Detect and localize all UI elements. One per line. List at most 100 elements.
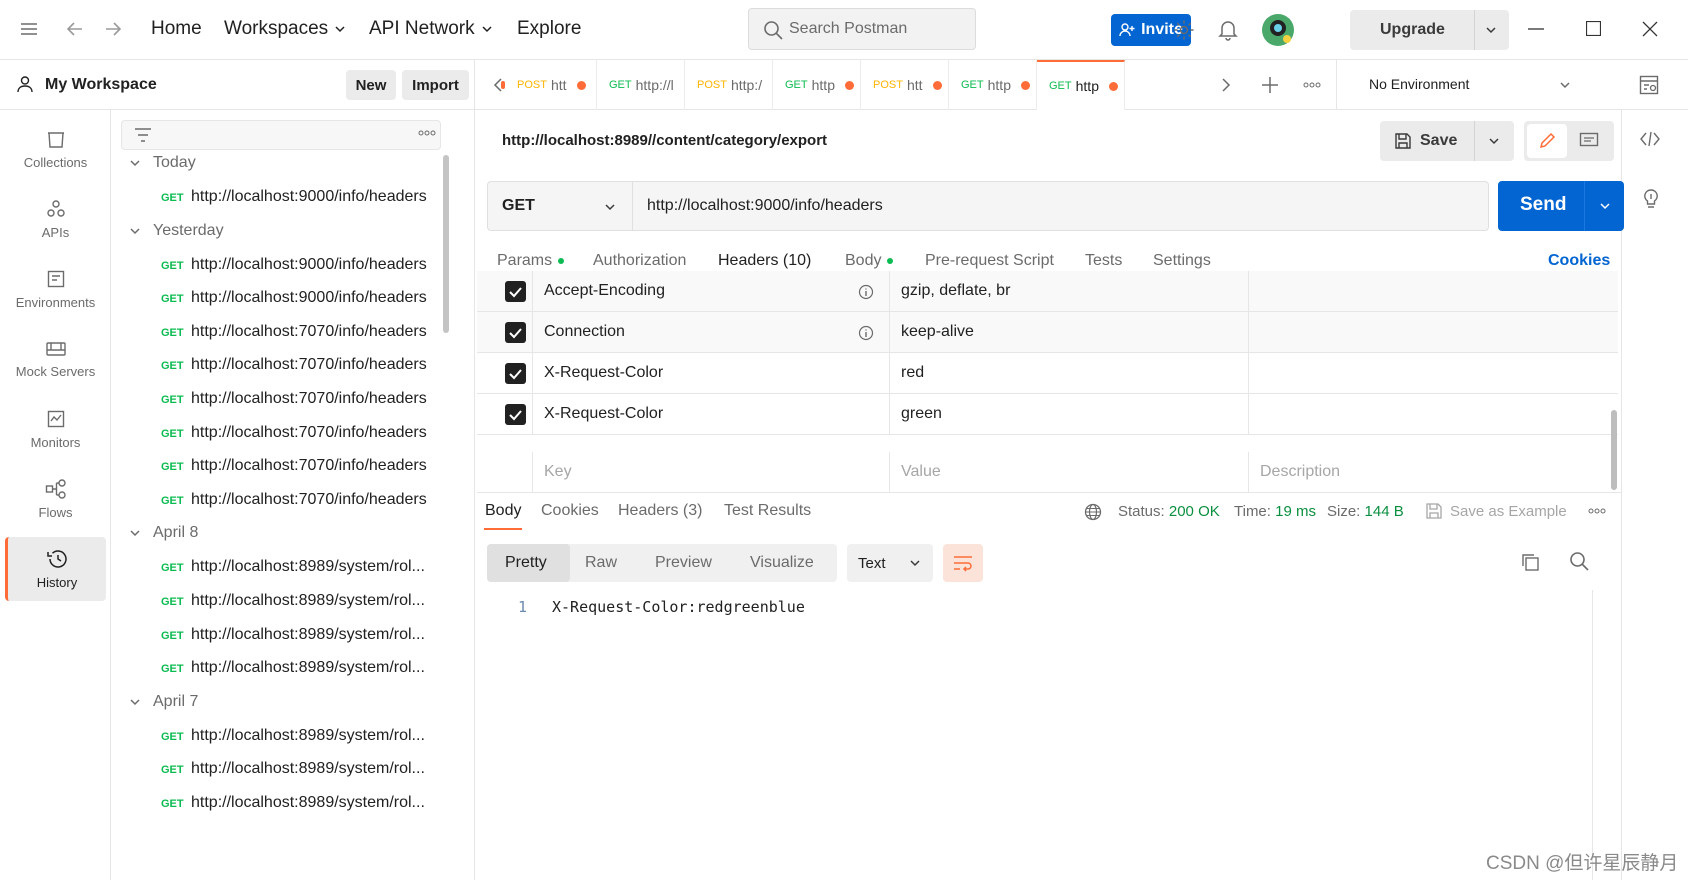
header-key[interactable]: X-Request-Color <box>544 364 663 382</box>
filter-input[interactable] <box>121 120 441 150</box>
history-group-header[interactable]: April 8 <box>129 524 198 542</box>
header-value[interactable]: green <box>901 405 942 423</box>
menu-icon[interactable] <box>20 20 38 38</box>
avatar[interactable] <box>1261 13 1295 47</box>
header-checkbox[interactable] <box>505 322 526 343</box>
header-value[interactable]: keep-alive <box>901 323 974 341</box>
value-input[interactable]: Value <box>901 463 941 481</box>
method-select[interactable]: GET <box>487 181 632 231</box>
tab-authorization[interactable]: Authorization <box>593 252 686 270</box>
new-button[interactable]: New <box>346 70 396 100</box>
close-icon[interactable] <box>1642 21 1658 37</box>
more-options-icon[interactable] <box>1588 508 1606 514</box>
history-item[interactable]: GET http://localhost:7070/info/headers <box>161 323 427 341</box>
minimize-icon[interactable] <box>1528 28 1544 30</box>
copy-icon[interactable] <box>1520 552 1540 572</box>
header-value[interactable]: red <box>901 364 924 382</box>
more-options-icon[interactable] <box>1303 82 1321 88</box>
header-checkbox[interactable] <box>505 281 526 302</box>
sidebar-item-flows[interactable]: Flows <box>5 467 106 531</box>
response-tab-cookies[interactable]: Cookies <box>541 502 599 520</box>
header-value[interactable]: gzip, deflate, br <box>901 282 1010 300</box>
sidebar-item-collections[interactable]: Collections <box>5 117 106 181</box>
sidebar-item-mock-servers[interactable]: Mock Servers <box>5 327 106 391</box>
description-input[interactable]: Description <box>1260 463 1340 481</box>
more-options-icon[interactable] <box>418 130 436 136</box>
globe-icon[interactable] <box>1084 503 1102 521</box>
history-item[interactable]: GET http://localhost:8989/system/rol... <box>161 626 425 644</box>
header-key[interactable]: X-Request-Color <box>544 405 663 423</box>
request-tab[interactable]: POST http:/ <box>685 60 773 110</box>
info-icon[interactable] <box>858 325 874 341</box>
edit-mode-button[interactable] <box>1527 124 1567 158</box>
time-readout[interactable]: Time: 19 ms <box>1234 503 1316 520</box>
response-tab-headers[interactable]: Headers (3) <box>618 502 702 520</box>
plus-icon[interactable] <box>1261 76 1279 94</box>
response-tab-body[interactable]: Body <box>485 502 521 520</box>
headers-scrollbar[interactable] <box>1611 410 1617 490</box>
response-tab-test-results[interactable]: Test Results <box>724 502 811 520</box>
chevron-left-icon[interactable] <box>493 78 503 92</box>
header-key[interactable]: Connection <box>544 323 625 341</box>
history-item[interactable]: GET http://localhost:8989/system/rol... <box>161 592 425 610</box>
nav-workspaces[interactable]: Workspaces <box>224 18 346 40</box>
history-item[interactable]: GET http://localhost:7070/info/headers <box>161 356 427 374</box>
history-scrollbar[interactable] <box>443 155 449 333</box>
nav-home[interactable]: Home <box>151 18 202 40</box>
history-group-header[interactable]: April 7 <box>129 693 198 711</box>
header-checkbox[interactable] <box>505 363 526 384</box>
view-visualize[interactable]: Visualize <box>750 554 814 572</box>
tab-headers[interactable]: Headers (10) <box>718 252 811 270</box>
request-tab[interactable]: POST htt <box>861 60 949 110</box>
save-as-example-button[interactable]: Save as Example <box>1450 503 1567 520</box>
sidebar-item-apis[interactable]: APIs <box>5 187 106 251</box>
size-readout[interactable]: Size: 144 B <box>1327 503 1404 520</box>
chevron-down-icon[interactable] <box>1599 200 1611 212</box>
view-preview[interactable]: Preview <box>655 554 712 572</box>
import-button[interactable]: Import <box>402 70 469 100</box>
chevron-right-icon[interactable] <box>1221 78 1231 92</box>
history-item[interactable]: GET http://localhost:7070/info/headers <box>161 424 427 442</box>
request-tab[interactable]: GET http <box>949 60 1037 110</box>
tab-body[interactable]: Body <box>845 252 894 270</box>
upgrade-button[interactable]: Upgrade <box>1350 10 1509 50</box>
history-item[interactable]: GET http://localhost:8989/system/rol... <box>161 659 425 677</box>
status-readout[interactable]: Status: 200 OK <box>1118 503 1220 520</box>
send-button[interactable]: Send <box>1498 181 1624 231</box>
response-body[interactable]: X-Request-Color:redgreenblue <box>552 598 805 616</box>
info-icon[interactable] <box>858 284 874 300</box>
environment-quick-look-icon[interactable] <box>1639 75 1659 95</box>
maximize-icon[interactable] <box>1586 21 1601 36</box>
sidebar-item-monitors[interactable]: Monitors <box>5 397 106 461</box>
comment-icon[interactable] <box>1579 132 1599 150</box>
url-input[interactable]: http://localhost:9000/info/headers <box>632 181 1489 231</box>
history-item[interactable]: GET http://localhost:9000/info/headers <box>161 256 427 274</box>
format-select[interactable]: Text <box>847 544 933 582</box>
history-item[interactable]: GET http://localhost:7070/info/headers <box>161 390 427 408</box>
environment-selector[interactable]: No Environment <box>1336 60 1590 110</box>
view-pretty[interactable]: Pretty <box>505 554 547 572</box>
history-item[interactable]: GET http://localhost:9000/info/headers <box>161 289 427 307</box>
nav-explore[interactable]: Explore <box>517 18 581 40</box>
tab-tests[interactable]: Tests <box>1085 252 1122 270</box>
view-raw[interactable]: Raw <box>585 554 617 572</box>
request-tab[interactable]: GET http <box>773 60 861 110</box>
history-item[interactable]: GET http://localhost:8989/system/rol... <box>161 760 425 778</box>
bell-icon[interactable] <box>1218 19 1238 41</box>
chevron-down-icon[interactable] <box>1485 24 1497 36</box>
save-button[interactable]: Save <box>1380 121 1514 161</box>
wrap-lines-button[interactable] <box>943 544 983 582</box>
lightbulb-icon[interactable] <box>1642 188 1660 210</box>
sidebar-item-environments[interactable]: Environments <box>5 257 106 321</box>
tab-params[interactable]: Params <box>497 252 565 270</box>
history-item[interactable]: GET http://localhost:9000/info/headers <box>161 188 427 206</box>
chevron-down-icon[interactable] <box>1488 135 1500 147</box>
tab-settings[interactable]: Settings <box>1153 252 1211 270</box>
search-input[interactable]: Search Postman <box>748 8 976 50</box>
forward-arrow-icon[interactable] <box>104 20 122 38</box>
history-item[interactable]: GET http://localhost:7070/info/headers <box>161 457 427 475</box>
back-arrow-icon[interactable] <box>66 20 84 38</box>
history-item[interactable]: GET http://localhost:8989/system/rol... <box>161 558 425 576</box>
history-item[interactable]: GET http://localhost:7070/info/headers <box>161 491 427 509</box>
gear-icon[interactable] <box>1173 19 1195 41</box>
